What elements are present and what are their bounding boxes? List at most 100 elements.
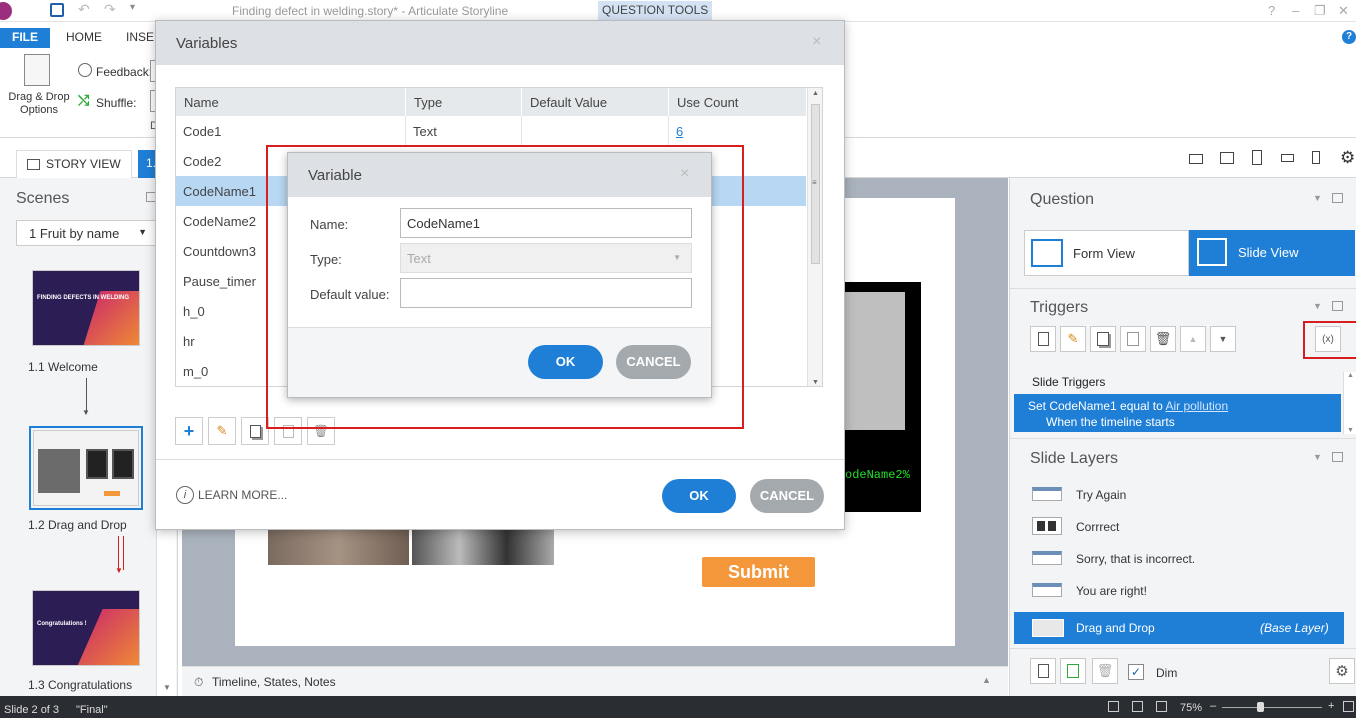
redo-icon[interactable]: ↷ [104, 1, 116, 18]
slide-bottom-gradient [235, 598, 955, 646]
drag-item-rust[interactable] [268, 528, 409, 565]
layer-settings-button[interactable]: ⚙ [1329, 658, 1355, 684]
drag-drop-options-label[interactable]: Drag & Drop Options [4, 91, 74, 117]
column-header-type[interactable]: Type [406, 88, 522, 116]
add-variable-button[interactable]: + [175, 417, 203, 445]
learn-more-link[interactable]: i LEARN MORE... [176, 486, 287, 504]
zoom-in-icon[interactable]: + [1328, 700, 1334, 712]
ribbon-display-icon[interactable]: ? [1268, 3, 1275, 18]
slide-label-congratulations[interactable]: 1.3 Congratulations [28, 678, 132, 692]
duplicate-layer-button[interactable] [1060, 658, 1086, 684]
title-bar: ↶ ↷ ▾ Finding defect in welding.story* -… [0, 0, 1356, 22]
restore-icon[interactable]: ❐ [1314, 3, 1326, 19]
trigger-row-selected[interactable]: Set CodeName1 equal to Air pollution Whe… [1014, 394, 1341, 432]
triggers-collapse-icon[interactable]: ▼ [1313, 301, 1322, 311]
layer-row-base[interactable]: Drag and Drop (Base Layer) [1014, 612, 1344, 644]
phone-landscape-icon[interactable] [1281, 154, 1294, 162]
zoom-slider-thumb[interactable] [1257, 702, 1264, 712]
close-window-icon[interactable]: ✕ [1338, 3, 1349, 19]
slide-view-button[interactable]: Slide View [1189, 230, 1355, 276]
close-icon[interactable]: × [812, 33, 821, 51]
variables-scrollbar[interactable]: ▲ ≡ ▼ [807, 88, 822, 386]
triggers-scrollbar[interactable]: ▲ ▼ [1343, 372, 1356, 434]
normal-view-icon[interactable] [1108, 701, 1119, 712]
tab-home[interactable]: HOME [54, 28, 114, 48]
fit-view-icon[interactable] [1156, 701, 1167, 712]
trigger-value-link[interactable]: Air pollution [1165, 399, 1228, 413]
new-layer-button[interactable] [1030, 658, 1056, 684]
layers-collapse-icon[interactable]: ▼ [1313, 452, 1322, 462]
slide-thumbnail-congratulations[interactable]: Congratulations ! [32, 590, 140, 666]
slide-label-welcome[interactable]: 1.1 Welcome [28, 360, 98, 374]
zoom-level: 75% [1180, 702, 1203, 714]
drag-drop-options-icon[interactable] [24, 54, 50, 86]
form-view-button[interactable]: Form View [1024, 230, 1189, 276]
use-count-link[interactable]: 6 [669, 116, 807, 146]
arrow-down-icon: ▼ [82, 408, 90, 417]
scroll-up-icon[interactable]: ▲ [812, 90, 819, 97]
delete-trigger-button[interactable]: 🗑 [1150, 326, 1176, 352]
variables-ok-button[interactable]: OK [662, 479, 736, 513]
triggers-restore-icon[interactable] [1332, 301, 1343, 311]
help-icon[interactable]: ? [1342, 30, 1356, 44]
edit-trigger-button[interactable]: ✎ [1060, 326, 1086, 352]
variables-cancel-button[interactable]: CANCEL [750, 479, 824, 513]
question-collapse-icon[interactable]: ▼ [1313, 193, 1322, 203]
question-tools-context-tab[interactable]: QUESTION TOOLS [598, 1, 713, 20]
undo-icon[interactable]: ↶ [78, 1, 90, 18]
zoom-out-icon[interactable]: – [1210, 700, 1216, 712]
scroll-down-icon[interactable]: ▼ [1347, 427, 1354, 434]
layer-row-sorry-incorrect[interactable]: Sorry, that is incorrect. [1010, 544, 1356, 574]
slide-thumbnail-welcome[interactable]: FINDING DEFECTS IN WELDING [32, 270, 140, 346]
layer-row-try-again[interactable]: Try Again [1010, 480, 1356, 510]
phone-portrait-icon[interactable] [1312, 151, 1320, 164]
layer-thumb-mark [1037, 521, 1045, 531]
tablet-portrait-icon[interactable] [1252, 150, 1262, 165]
paste-trigger-button[interactable] [1120, 326, 1146, 352]
new-document-icon [1037, 664, 1049, 678]
quick-access-dropdown-icon[interactable]: ▾ [130, 2, 135, 13]
column-header-use-count[interactable]: Use Count [669, 88, 807, 116]
submit-button[interactable]: Submit [702, 557, 815, 587]
move-down-button[interactable]: ▼ [1210, 326, 1236, 352]
minimize-icon[interactable]: – [1292, 3, 1299, 18]
edit-icon: ✎ [1067, 331, 1079, 346]
desktop-preview-icon[interactable] [1189, 154, 1203, 164]
story-view-icon [27, 159, 40, 171]
new-trigger-button[interactable] [1030, 326, 1056, 352]
scroll-down-icon[interactable]: ▼ [163, 683, 171, 692]
tablet-landscape-icon[interactable] [1220, 152, 1234, 164]
drag-item-factory[interactable] [412, 528, 554, 565]
edit-variable-button[interactable]: ✎ [208, 417, 236, 445]
save-icon[interactable] [50, 3, 64, 17]
timeline-expand-icon[interactable]: ▲ [982, 675, 991, 685]
slide-thumbnail-drag-and-drop[interactable] [33, 430, 139, 506]
copy-variable-button[interactable] [241, 417, 269, 445]
column-header-name[interactable]: Name [176, 88, 406, 116]
grid-view-icon[interactable] [1132, 701, 1143, 712]
learn-more-label: LEARN MORE... [198, 488, 288, 502]
slide-label-drag-and-drop[interactable]: 1.2 Drag and Drop [28, 518, 127, 532]
scroll-up-icon[interactable]: ▲ [1347, 372, 1354, 379]
copy-trigger-button[interactable] [1090, 326, 1116, 352]
stage-timeline-bar[interactable]: ⏱ Timeline, States, Notes ▲ [182, 666, 1008, 696]
tab-file[interactable]: FILE [0, 28, 50, 48]
settings-gear-icon[interactable]: ⚙ [1340, 148, 1355, 168]
dim-checkbox[interactable]: ✓ [1128, 664, 1144, 680]
layers-restore-icon[interactable] [1332, 452, 1343, 462]
scene-dropdown[interactable]: 1 Fruit by name ▼ [16, 220, 156, 246]
slide-tab-active[interactable]: 1. [138, 150, 156, 178]
layer-row-correct[interactable]: Corrrect [1010, 512, 1356, 542]
move-up-button[interactable]: ▲ [1180, 326, 1206, 352]
zoom-slider-track[interactable] [1222, 707, 1322, 708]
base-layer-tag: (Base Layer) [1260, 621, 1329, 635]
layer-row-you-are-right[interactable]: You are right! [1010, 576, 1356, 606]
layer-thumbnail [1032, 583, 1062, 597]
story-view-tab[interactable]: STORY VIEW [16, 150, 132, 178]
question-restore-icon[interactable] [1332, 193, 1343, 203]
scroll-down-icon[interactable]: ▼ [812, 379, 819, 386]
column-header-default-value[interactable]: Default Value [522, 88, 669, 116]
fit-window-icon[interactable] [1343, 701, 1354, 712]
table-row[interactable]: Code1 Text 6 [176, 116, 806, 146]
delete-layer-button[interactable]: 🗑 [1092, 658, 1118, 684]
